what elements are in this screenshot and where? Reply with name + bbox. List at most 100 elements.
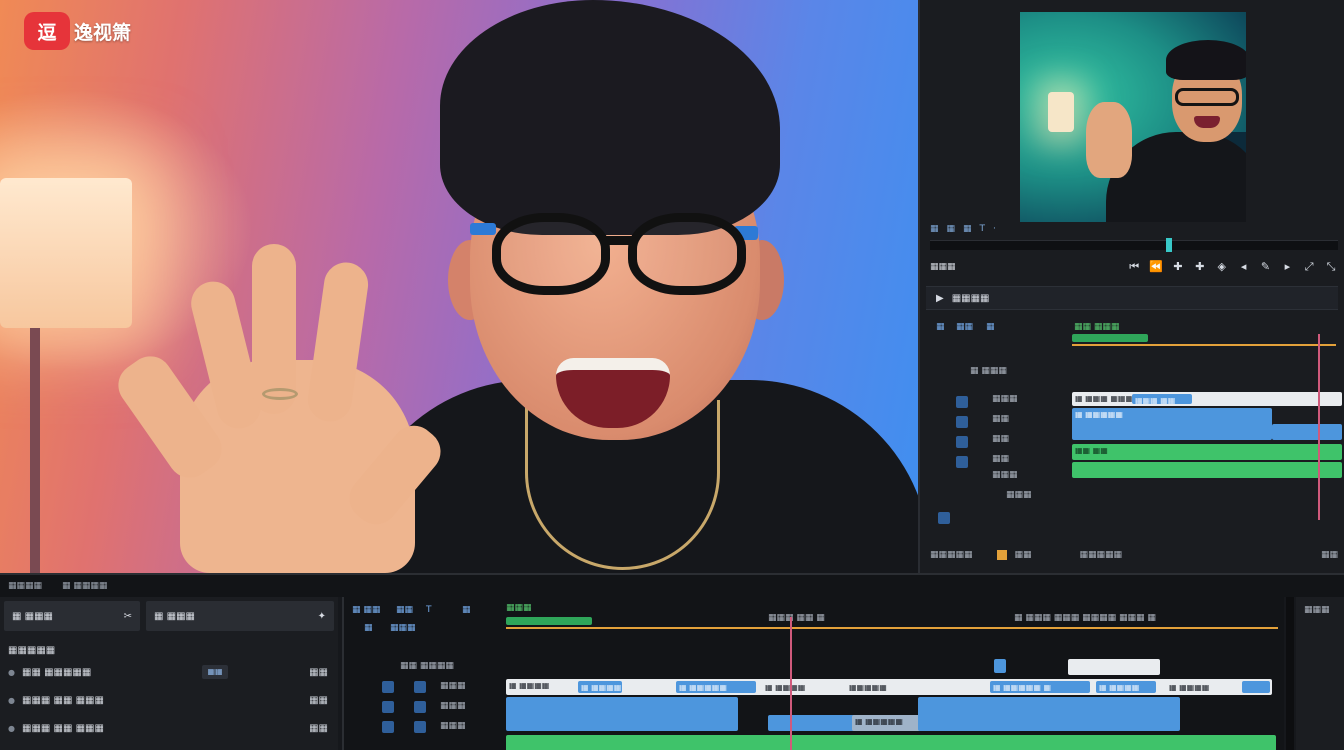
track-toggle-icon[interactable] (938, 512, 950, 524)
bullet-icon: ● (8, 695, 15, 705)
timeline-header-item[interactable]: ▦▦ (396, 605, 413, 615)
track-lock-icon[interactable] (956, 456, 968, 468)
property-value[interactable]: ▦▦ (309, 723, 328, 734)
main-video-preview[interactable] (0, 0, 918, 573)
video-clip[interactable]: ▦ ▦▦▦▦▦ (578, 681, 622, 693)
video-clip[interactable]: ▦ ▦▦▦▦▦ (676, 681, 756, 693)
track-label: ▦▦▦ (992, 394, 1018, 404)
title-clip[interactable]: ▦ ▦▦▦ ▦▦▦ (1072, 392, 1342, 406)
track-label: ▦▦▦ (992, 470, 1018, 480)
collapse-icon[interactable]: ⤡ (1324, 260, 1338, 274)
footer-label: ▦▦▦▦▦ (930, 550, 973, 560)
monitor-control[interactable]: T (980, 224, 986, 234)
ruler-mark: ▦ ▦▦▦ ▦▦▦ ▦▦▦▦ ▦▦▦ ▦ (1014, 613, 1156, 623)
add-marker-icon[interactable]: ✚ (1171, 260, 1185, 274)
work-area-bar[interactable] (506, 627, 1278, 629)
rewind-icon[interactable]: ⏮ (1127, 260, 1141, 274)
step-back-icon[interactable]: ⏪ (1149, 260, 1163, 274)
audio-clip[interactable]: ▦▦ ▦▦ (1072, 444, 1342, 460)
track-eye-icon[interactable] (414, 701, 426, 713)
lift-icon[interactable]: ◂ (1237, 260, 1251, 274)
audio-clip[interactable] (506, 735, 1276, 750)
monitor-control[interactable]: ▦ (963, 224, 972, 234)
track-lock-icon[interactable] (382, 681, 394, 693)
keyframe-button[interactable]: ▦▦ (202, 665, 228, 679)
panel-tab[interactable]: ▦ ▦▦▦▦ (62, 581, 107, 591)
play-icon[interactable]: ▶ (936, 293, 944, 304)
tab-label: ▦ ▦▦▦ (154, 610, 195, 622)
monitor-control[interactable]: ▦ (947, 224, 956, 234)
track-lock-icon[interactable] (956, 436, 968, 448)
property-value[interactable]: ▦▦ (309, 667, 328, 678)
panel-tab[interactable]: ▦▦▦▦ (8, 581, 42, 591)
title-clip[interactable]: ▦▦▦▦▦ (846, 681, 926, 693)
scrubber-handle[interactable] (1166, 238, 1172, 252)
monitor-scrubber[interactable] (930, 238, 1338, 252)
bullet-icon: ● (8, 667, 15, 677)
video-clip[interactable] (506, 697, 738, 731)
video-clip[interactable]: ▦ ▦▦▦▦ (1096, 681, 1156, 693)
playhead[interactable] (790, 617, 792, 750)
title-clip[interactable]: ▦ ▦▦▦▦ (1166, 681, 1236, 693)
timeline-header-item[interactable]: ▦ (462, 605, 471, 615)
expand-icon[interactable]: ⤢ (1302, 260, 1316, 274)
program-monitor[interactable] (1020, 12, 1246, 222)
timeline-clip-area[interactable]: ▦▦▦ ▦▦▦ ▦▦ ▦ ▦ ▦▦▦ ▦▦▦ ▦▦▦▦ ▦▦▦ ▦ ▦ ▦▦▦▦… (506, 597, 1278, 750)
pen-icon[interactable]: ✎ (1259, 260, 1273, 274)
track-header-label: ▦ (936, 322, 945, 332)
track-lock-icon[interactable] (382, 701, 394, 713)
footer-label: ▦▦▦▦▦ (1079, 550, 1123, 560)
timeline-sub-item[interactable]: ▦▦▦ (390, 623, 416, 633)
lamp-shade (0, 178, 132, 328)
monitor-control[interactable]: · (993, 224, 996, 234)
bullet-icon: ● (8, 723, 15, 733)
monitor-person-hand (1086, 102, 1132, 178)
video-clip[interactable] (918, 697, 1180, 731)
track-lock-icon[interactable] (382, 721, 394, 733)
video-clip[interactable] (1242, 681, 1270, 693)
playhead[interactable] (1318, 334, 1320, 520)
track-lock-icon[interactable] (956, 416, 968, 428)
timeline-header-item[interactable]: ▦ ▦▦ (352, 605, 380, 615)
monitor-control[interactable]: ▦ (930, 224, 939, 234)
track-lock-icon[interactable] (956, 396, 968, 408)
in-out-range[interactable] (1072, 334, 1148, 342)
properties-tab[interactable]: ▦ ▦▦▦ ✂ (4, 601, 140, 631)
main-timeline: ▦ ▦▦ ▦▦ T ▦ ▦ ▦▦▦ ▦▦ ▦ ▦▦▦ ▦▦▦ ▦▦▦ ▦▦▦ ▦▦… (342, 597, 1284, 750)
marker-clip[interactable] (994, 659, 1006, 673)
video-clip[interactable]: ▦ ▦▦▦▦▦ ▦ (990, 681, 1090, 693)
editor-right-panel: ▦ ▦ ▦ T · ▦▦▦ ⏮ ⏪ ✚ ✚ ◈ ◂ ✎ ▸ ⤢ ⤡ ▶ ▦▦▦▦… (918, 0, 1344, 573)
video-clip[interactable]: ▦ ▦▦▦▦▦ (1072, 408, 1272, 440)
in-out-range[interactable] (506, 617, 592, 625)
video-clip[interactable]: ▦▦▦ ▦▦ (1132, 394, 1192, 404)
property-row[interactable]: ● ▦▦▦ ▦▦ ▦▦▦ ▦▦ (8, 691, 328, 709)
overwrite-icon[interactable]: ◈ (1215, 260, 1229, 274)
timeline-ruler-label: ▦▦▦ (506, 603, 532, 613)
timeline-header-item[interactable]: T (426, 605, 432, 615)
section-title: ▦▦▦▦▦ (8, 641, 328, 659)
properties-panel: ▦ ▦▦▦ ✂ ▦ ▦▦▦ ✦ ▦▦▦▦▦ ● ▦▦ ▦▦▦▦▦ ▦▦ ▦▦ ●… (0, 597, 338, 750)
property-value[interactable]: ▦▦ (309, 695, 328, 706)
timeline-track-labels: ▦ ▦▦ ▦▦ T ▦ ▦ ▦▦▦ ▦▦ ▦▦▦▦ ▦▦▦ ▦▦▦ ▦▦▦ (344, 597, 504, 750)
timeline-sub-item[interactable]: ▦ (364, 623, 373, 633)
video-clip[interactable] (1272, 424, 1342, 440)
sequence-panel-header[interactable]: ▶ ▦▦▦▦ (926, 286, 1338, 310)
extract-icon[interactable]: ▸ (1280, 260, 1294, 274)
title-clip[interactable]: ▦ ▦▦▦▦ (762, 681, 832, 693)
sparkle-icon[interactable]: ✦ (318, 611, 326, 622)
footer-marker-icon[interactable] (996, 550, 1007, 560)
timeline-scrollbar[interactable] (1286, 597, 1294, 750)
title-clip[interactable] (1068, 659, 1160, 675)
track-eye-icon[interactable] (414, 681, 426, 693)
property-row[interactable]: ● ▦▦▦ ▦▦ ▦▦▦ ▦▦ (8, 719, 328, 737)
property-row[interactable]: ● ▦▦ ▦▦▦▦▦ ▦▦ ▦▦ (8, 663, 328, 681)
scissors-icon[interactable]: ✂ (124, 611, 132, 622)
track-mute-icon[interactable] (414, 721, 426, 733)
insert-icon[interactable]: ✚ (1193, 260, 1207, 274)
audio-meter-panel: ▦▦▦ (1296, 597, 1344, 750)
effects-tab[interactable]: ▦ ▦▦▦ ✦ (146, 601, 334, 631)
audio-clip[interactable] (1072, 462, 1342, 478)
mini-clip-area[interactable]: ▦▦ ▦▦▦ ▦ ▦▦▦ ▦▦▦ ▦▦▦ ▦▦ ▦ ▦▦▦▦▦ ▦▦ ▦▦ (1072, 320, 1342, 530)
ruler-mark: ▦▦▦ ▦▦ ▦ (768, 613, 825, 623)
work-area-bar[interactable] (1072, 344, 1336, 346)
